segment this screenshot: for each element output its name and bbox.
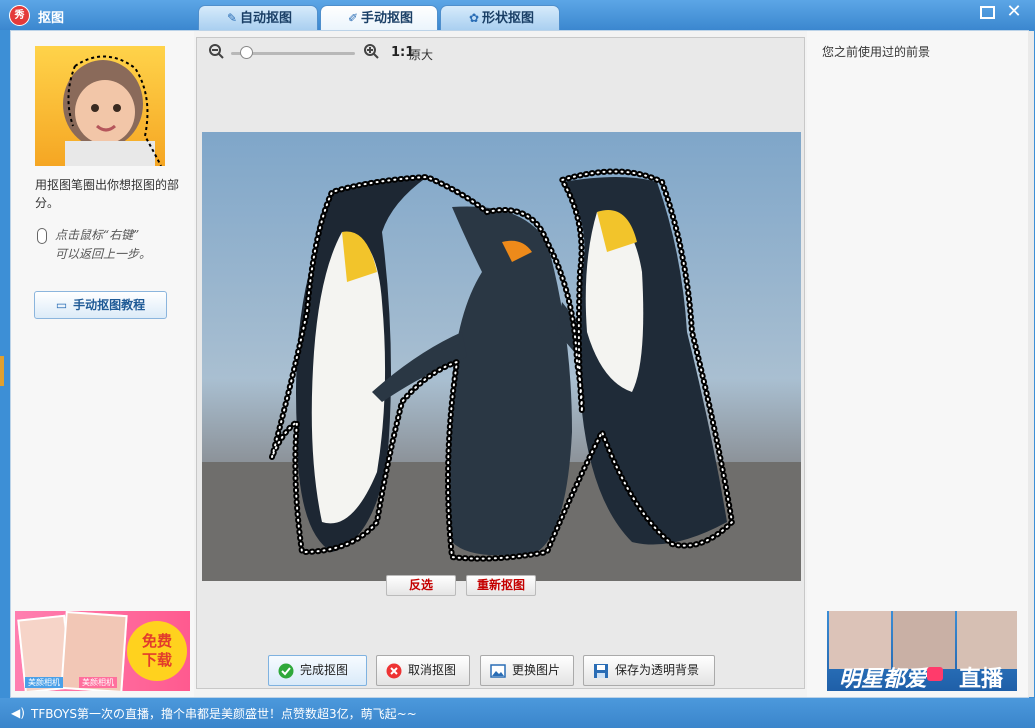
tab-label: 形状抠图 — [481, 11, 534, 26]
check-icon — [278, 663, 294, 679]
status-news-link[interactable]: TFBOYS第一次の直播，撸个串都是美颜盛世！点赞数超3亿，萌飞起~~ — [31, 705, 417, 722]
hint-line: 点击鼠标“右键” — [55, 228, 140, 242]
zoom-out-icon[interactable] — [209, 44, 224, 59]
beauty-camera-ad[interactable]: 美颜相机 美颜相机 免费 下载 — [15, 611, 190, 691]
button-label: 完成抠图 — [300, 663, 349, 677]
window-edge-decoration — [0, 356, 4, 386]
pen-icon: ✐ — [347, 11, 359, 25]
tab-shape-cutout[interactable]: ✿ 形状抠图 — [440, 5, 560, 30]
tutorial-button[interactable]: ▭ 手动抠图教程 — [34, 291, 167, 319]
finish-cutout-button[interactable]: 完成抠图 — [268, 655, 367, 686]
close-icon: ✕ — [1006, 1, 1022, 22]
tutorial-label: 手动抠图教程 — [73, 298, 146, 312]
ad-tag: 美颜相机 — [25, 677, 63, 688]
badge-line: 下载 — [141, 651, 172, 669]
scrollbar[interactable] — [1028, 31, 1034, 697]
mouse-icon — [37, 228, 47, 244]
button-label: 保存为透明背景 — [615, 663, 700, 677]
image-canvas[interactable] — [202, 132, 801, 581]
cancel-icon — [386, 663, 402, 679]
button-label: 更换图片 — [512, 663, 561, 677]
zoom-slider-handle[interactable] — [240, 46, 253, 59]
tab-label: 手动抠图 — [360, 11, 413, 26]
zoom-ratio-label: 原大 — [409, 48, 434, 62]
celebrity-live-ad[interactable]: 明星都爱 直播 — [827, 611, 1017, 691]
maximize-button[interactable] — [980, 6, 995, 19]
cancel-cutout-button[interactable]: 取消抠图 — [376, 655, 470, 686]
ad-headline: 明星都爱 — [839, 666, 928, 691]
live-icon — [927, 667, 943, 681]
invert-selection-button[interactable]: 反选 — [386, 575, 456, 596]
save-icon — [594, 664, 608, 678]
tab-auto-cutout[interactable]: ✎ 自动抠图 — [198, 5, 318, 30]
speaker-icon: ◀) — [11, 706, 25, 720]
badge-line: 免费 — [141, 632, 172, 650]
ad-tag: 美颜相机 — [79, 677, 117, 688]
hint-text: 用抠图笔圈出你想抠图的部分。 — [35, 178, 180, 210]
close-button[interactable]: ✕ — [1004, 2, 1024, 22]
zoom-in-icon[interactable] — [364, 44, 379, 59]
tab-label: 自动抠图 — [239, 11, 292, 26]
save-transparent-button[interactable]: 保存为透明背景 — [583, 655, 715, 686]
book-icon: ▭ — [55, 298, 68, 312]
free-download-badge[interactable]: 免费 下载 — [127, 621, 187, 681]
redo-cutout-button[interactable]: 重新抠图 — [466, 575, 536, 596]
change-image-button[interactable]: 更换图片 — [480, 655, 574, 686]
window-title: 抠图 — [38, 11, 65, 26]
button-label: 取消抠图 — [408, 663, 457, 677]
right-panel — [807, 31, 1028, 697]
hint-line: 可以返回上一步。 — [55, 247, 152, 261]
shape-icon: ✿ — [468, 11, 480, 25]
app-logo-icon: 秀 — [9, 5, 30, 26]
right-click-hint: 点击鼠标“右键” 可以返回上一步。 — [55, 226, 185, 264]
example-thumbnail — [35, 46, 165, 166]
ad-live-label: 直播 — [959, 667, 1004, 691]
recent-backgrounds-label: 您之前使用过的前景 — [822, 45, 931, 59]
image-icon — [490, 664, 506, 678]
brush-icon: ✎ — [226, 11, 238, 25]
tab-manual-cutout[interactable]: ✐ 手动抠图 — [320, 5, 438, 31]
